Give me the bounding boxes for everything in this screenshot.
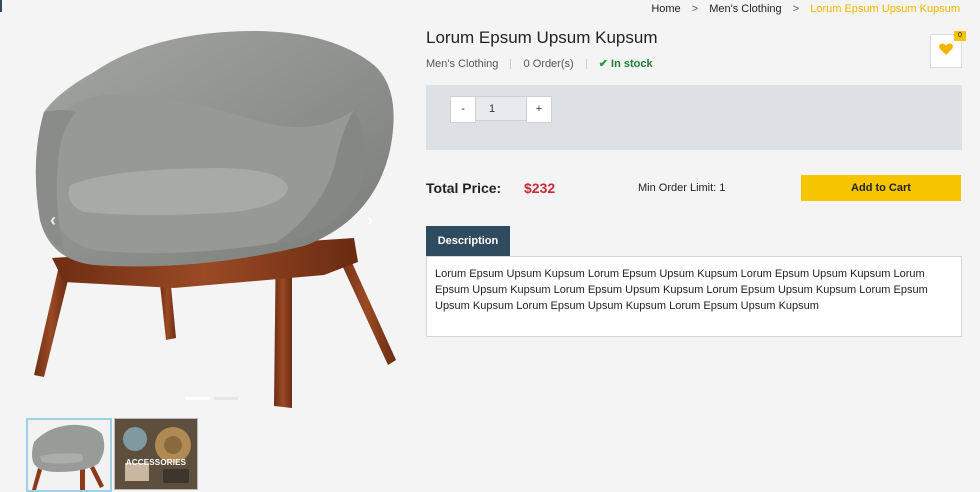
check-icon: ✔: [598, 58, 609, 70]
thumbnail-accessories-image: [115, 419, 197, 489]
breadcrumb-current: Lorum Epsum Upsum Kupsum: [810, 3, 960, 15]
quantity-increase-button[interactable]: +: [526, 96, 552, 123]
carousel-indicators: [186, 387, 242, 405]
breadcrumb-home[interactable]: Home: [651, 3, 680, 15]
carousel-next-icon[interactable]: ›: [367, 210, 373, 231]
quantity-decrease-button[interactable]: -: [450, 96, 476, 123]
product-image-carousel[interactable]: ‹ ›: [24, 20, 404, 412]
thumbnail-label: ACCESSORIES: [125, 458, 187, 467]
product-title: Lorum Epsum Upsum Kupsum: [426, 28, 658, 47]
breadcrumb: Home > Men's Clothing > Lorum Epsum Upsu…: [651, 3, 960, 15]
total-price-label: Total Price:: [426, 180, 502, 196]
total-price-value: $232: [524, 180, 556, 196]
min-order-limit: Min Order Limit: 1: [638, 182, 726, 194]
top-edge-mark: [0, 0, 2, 12]
wishlist-button[interactable]: 0: [930, 31, 966, 68]
product-image: [34, 30, 396, 408]
heart-icon: [939, 43, 953, 55]
thumbnail-accessories[interactable]: ACCESSORIES: [114, 418, 198, 490]
carousel-dot[interactable]: [214, 397, 238, 400]
thumbnail-chair-image: [32, 424, 105, 490]
description-panel: Lorum Epsum Upsum Kupsum Lorum Epsum Ups…: [426, 256, 962, 337]
product-meta: Men's Clothing 0 Order(s) ✔ In stock: [426, 57, 653, 70]
order-count: 0 Order(s): [523, 58, 574, 70]
quantity-stepper: - 1 +: [450, 96, 552, 123]
quantity-panel: - 1 +: [426, 85, 962, 150]
breadcrumb-separator: >: [792, 3, 800, 15]
meta-divider: [510, 59, 512, 70]
breadcrumb-category[interactable]: Men's Clothing: [709, 3, 781, 15]
carousel-prev-icon[interactable]: ‹: [50, 210, 56, 231]
tab-description[interactable]: Description: [426, 226, 510, 256]
add-to-cart-button[interactable]: Add to Cart: [801, 175, 961, 201]
meta-divider: [585, 59, 587, 70]
breadcrumb-separator: >: [691, 3, 699, 15]
product-category[interactable]: Men's Clothing: [426, 58, 498, 70]
wishlist-count-badge: 0: [954, 31, 966, 41]
quantity-input[interactable]: 1: [476, 96, 526, 121]
stock-status: In stock: [611, 58, 653, 70]
carousel-dot-active[interactable]: [186, 397, 210, 400]
